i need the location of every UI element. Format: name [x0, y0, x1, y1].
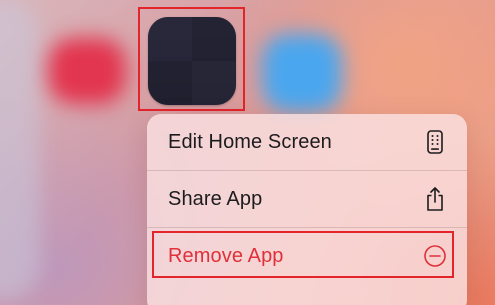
home-screen: Edit Home Screen Share App Remove App: [0, 0, 495, 305]
blurred-app-icon-blue: [262, 34, 342, 112]
share-icon: [423, 187, 447, 211]
menu-item-label: Edit Home Screen: [168, 130, 332, 153]
edit-home-screen-menu-item[interactable]: Edit Home Screen: [147, 114, 467, 170]
remove-app-highlight-box: [152, 231, 454, 278]
share-app-menu-item[interactable]: Share App: [147, 171, 467, 227]
blurred-app-icon-left: [0, 0, 40, 300]
blurred-app-icon-red: [48, 38, 126, 104]
menu-item-label: Share App: [168, 187, 263, 210]
app-icon-highlight-box: [138, 7, 245, 111]
phone-icon: [423, 130, 447, 154]
